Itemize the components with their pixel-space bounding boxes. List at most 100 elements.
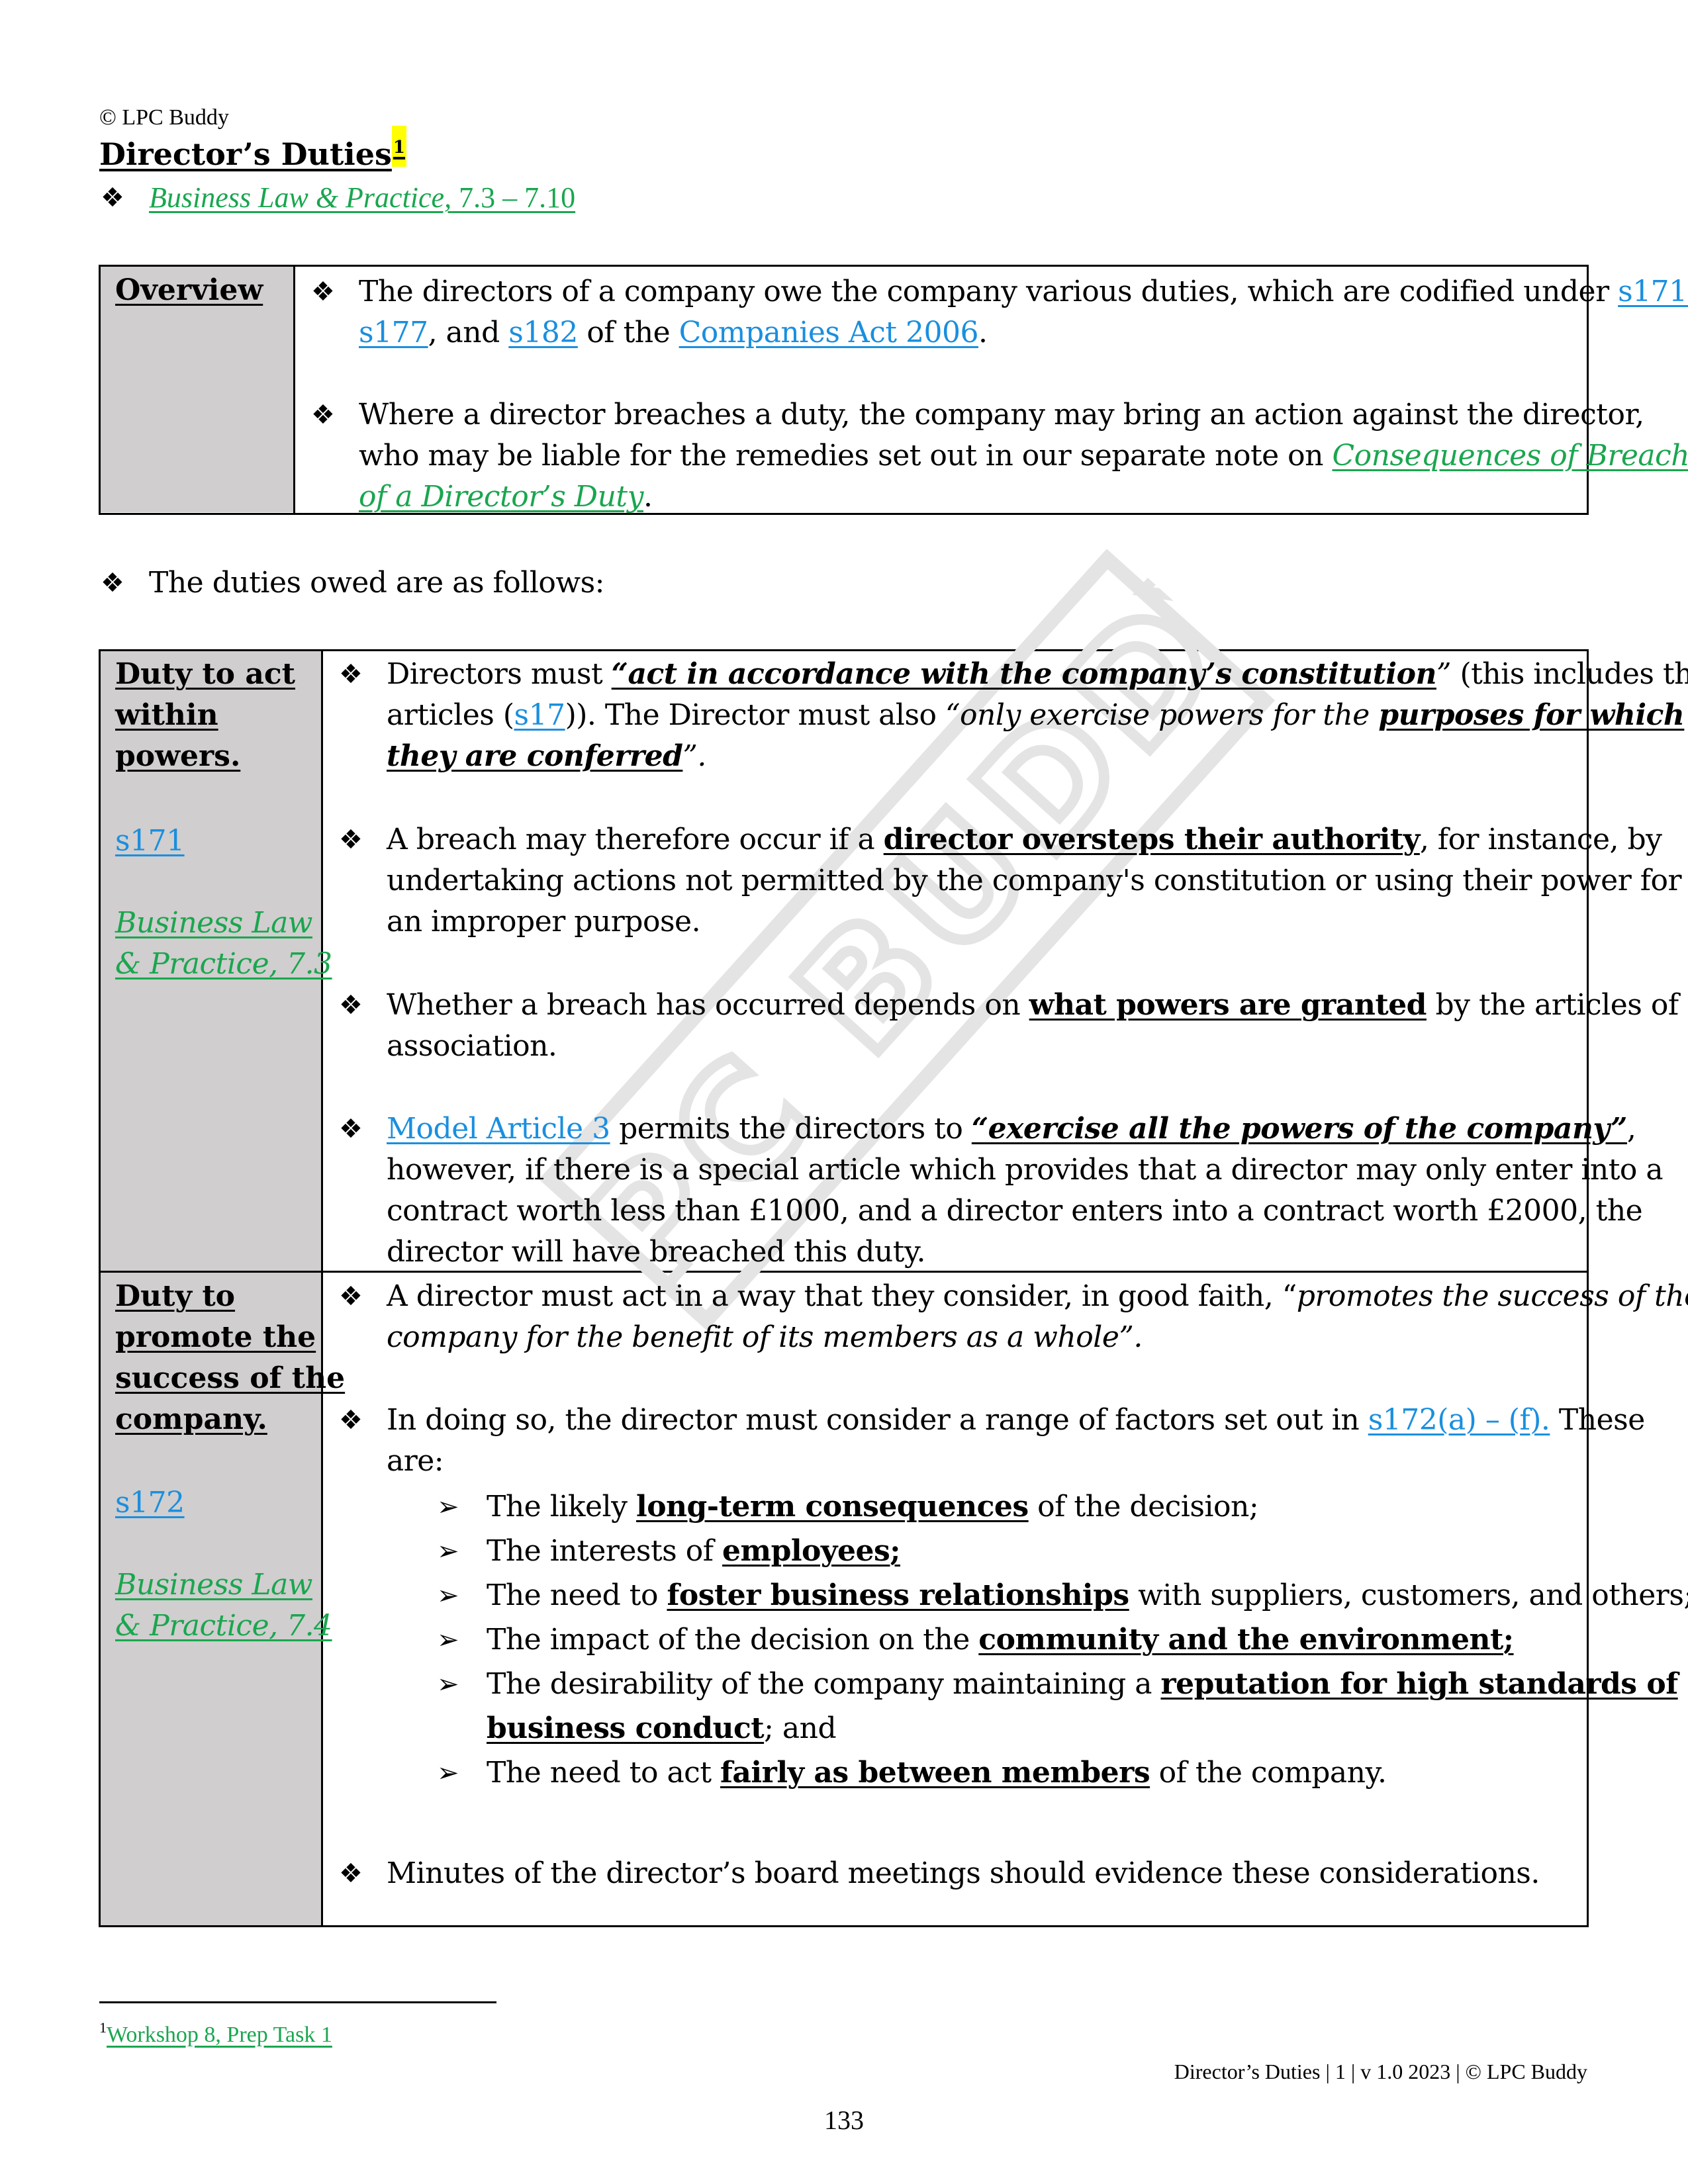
book-reference-link[interactable]: & Practice, 7.3 <box>115 944 332 985</box>
arrow-bullet-icon: ➢ <box>437 1758 459 1788</box>
text-link[interactable]: of a Director’s Duty <box>359 480 643 514</box>
duty-bullet-line: are: <box>387 1441 444 1482</box>
text-run: In doing so, the director must consider … <box>387 1403 1368 1437</box>
text-run: A breach may therefore occur if a <box>387 823 884 856</box>
page-footer: Director’s Duties | 1 | v 1.0 2023 | © L… <box>1174 2060 1587 2083</box>
factor-line: The interests of employees; <box>487 1531 900 1572</box>
text-run: what powers are granted <box>1029 988 1427 1022</box>
factor-line: The likely long-term consequences of the… <box>487 1486 1259 1527</box>
duty-bullet-line: Directors must “act in accordance with t… <box>387 654 1688 695</box>
diamond-bullet-icon: ❖ <box>101 183 124 213</box>
text-run: (this includes the <box>1450 657 1688 691</box>
text-run: community and the environment; <box>978 1623 1514 1657</box>
text-run: A director must act in a way that they c… <box>387 1279 1297 1313</box>
arrow-bullet-icon: ➢ <box>437 1492 459 1522</box>
page-title-text: Director’s Duties <box>99 136 392 172</box>
duty-bullet-line: director will have breached this duty. <box>387 1232 925 1273</box>
text-run: fairly as between members <box>720 1756 1150 1790</box>
reference-link-part-title[interactable]: Business Law & Practice, <box>149 181 451 214</box>
diamond-bullet-icon: ❖ <box>339 1281 363 1312</box>
text-run: Whether a breach has occurred depends on <box>387 988 1029 1022</box>
text-run: “only exercise powers for the <box>945 698 1379 732</box>
section-link[interactable]: s171 <box>115 821 185 862</box>
diamond-bullet-icon: ❖ <box>339 990 363 1021</box>
text-run: These <box>1550 1403 1645 1437</box>
duty-heading: success of the <box>115 1361 346 1395</box>
text-link[interactable]: Model Article 3 <box>387 1112 610 1146</box>
duty-bullet-line: A breach may therefore occur if a direct… <box>387 819 1662 860</box>
text-run: The need to act <box>487 1756 720 1790</box>
text-link[interactable]: s182 <box>508 316 578 349</box>
duties-column-divider <box>321 649 323 1927</box>
factor-line: The need to act fairly as between member… <box>487 1752 1387 1794</box>
text-run: with suppliers, customers, and others; <box>1129 1578 1688 1612</box>
text-run: promotes the success of the <box>1296 1279 1688 1313</box>
text-link[interactable]: Consequences of Breach <box>1333 439 1688 473</box>
text-link[interactable]: s177 <box>359 316 428 349</box>
duty-bullet-line: contract worth less than £1000, and a di… <box>387 1191 1643 1232</box>
overview-bullet-line: The directors of a company owe the compa… <box>359 271 1688 312</box>
text-run: The interests of <box>487 1534 723 1568</box>
duty-heading: powers. <box>115 739 241 773</box>
text-run: Directors must <box>387 657 612 691</box>
diamond-bullet-icon: ❖ <box>339 1114 363 1144</box>
text-run: undertaking actions not permitted by the… <box>387 864 1682 897</box>
book-reference-link[interactable]: Business Law <box>115 1565 312 1606</box>
duty-bullet-line: company for the benefit of its members a… <box>387 1317 1143 1358</box>
text-run: The desirability of the company maintain… <box>487 1667 1161 1701</box>
diamond-bullet-icon: ❖ <box>311 400 335 430</box>
footnote: 1Workshop 8, Prep Task 1 <box>99 2020 332 2050</box>
page-number: 133 <box>824 2105 864 2135</box>
footnote-number: 1 <box>99 2019 107 2036</box>
duty-heading: Duty to <box>115 1279 236 1313</box>
text-run: director will have breached this duty. <box>387 1235 925 1269</box>
text-run: Where a director breaches a duty, the co… <box>359 398 1644 432</box>
text-run: long-term consequences <box>635 1490 1029 1524</box>
text-run: )). The Director must also <box>565 698 946 732</box>
duty-heading: Duty to act <box>115 657 295 691</box>
reference-link-business-law-practice[interactable]: Business Law & Practice, 7.3 – 7.10 <box>149 177 575 218</box>
text-run: ”. <box>682 739 706 773</box>
duty-bullet-line: undertaking actions not permitted by the… <box>387 860 1682 901</box>
text-run: by the articles of <box>1426 988 1679 1022</box>
overview-column-divider <box>293 265 295 515</box>
text-link[interactable]: s171 – <box>1618 275 1688 308</box>
diamond-bullet-icon: ❖ <box>339 825 363 855</box>
section-link[interactable]: s172 <box>115 1482 185 1524</box>
duty-bullet-line: they are conferred”. <box>387 736 706 777</box>
footnote-link[interactable]: Workshop 8, Prep Task 1 <box>107 2023 332 2047</box>
diamond-bullet-icon: ❖ <box>339 1858 363 1889</box>
text-link[interactable]: Companies Act 2006 <box>679 316 979 349</box>
text-run: an improper purpose. <box>387 905 701 938</box>
text-run: . <box>643 480 653 514</box>
text-run: reputation for high standards of <box>1160 1667 1678 1701</box>
text-run: , and <box>428 316 509 349</box>
text-run: The likely <box>487 1490 636 1524</box>
diamond-bullet-icon: ❖ <box>101 568 124 598</box>
text-link[interactable]: s172(a) – (f). <box>1368 1403 1550 1437</box>
text-run: “act in accordance with the company’s co… <box>611 657 1437 691</box>
text-run: ; and <box>764 1711 837 1745</box>
text-run: “exercise all the powers of the company” <box>971 1112 1628 1146</box>
arrow-bullet-icon: ➢ <box>437 1625 459 1655</box>
title-footnote-ref[interactable]: 1 <box>391 126 406 167</box>
footnote-separator <box>99 2001 496 2003</box>
text-run: business conduct <box>487 1711 765 1745</box>
text-run: articles ( <box>387 698 514 732</box>
duty-bullet-line: articles (s17)). The Director must also … <box>387 695 1685 736</box>
duty-bullet-line: Model Article 3 permits the directors to… <box>387 1109 1636 1150</box>
text-run: , <box>1626 1112 1636 1146</box>
book-reference-link[interactable]: Business Law <box>115 903 312 944</box>
text-run: however, if there is a special article w… <box>387 1153 1664 1187</box>
duty-bullet-line: Whether a breach has occurred depends on… <box>387 985 1679 1026</box>
reference-link-part-range[interactable]: 7.3 – 7.10 <box>451 181 575 214</box>
text-run: purposes for which <box>1378 698 1685 732</box>
factor-line: The desirability of the company maintain… <box>487 1664 1678 1705</box>
text-run: company for the benefit of its members a… <box>387 1320 1143 1354</box>
text-link[interactable]: s17 <box>514 698 566 732</box>
text-run: are: <box>387 1444 444 1478</box>
text-run: contract worth less than £1000, and a di… <box>387 1194 1643 1228</box>
diamond-bullet-icon: ❖ <box>311 277 335 307</box>
duties-intro: The duties owed are as follows: <box>149 566 604 600</box>
book-reference-link[interactable]: & Practice, 7.4 <box>115 1606 332 1647</box>
